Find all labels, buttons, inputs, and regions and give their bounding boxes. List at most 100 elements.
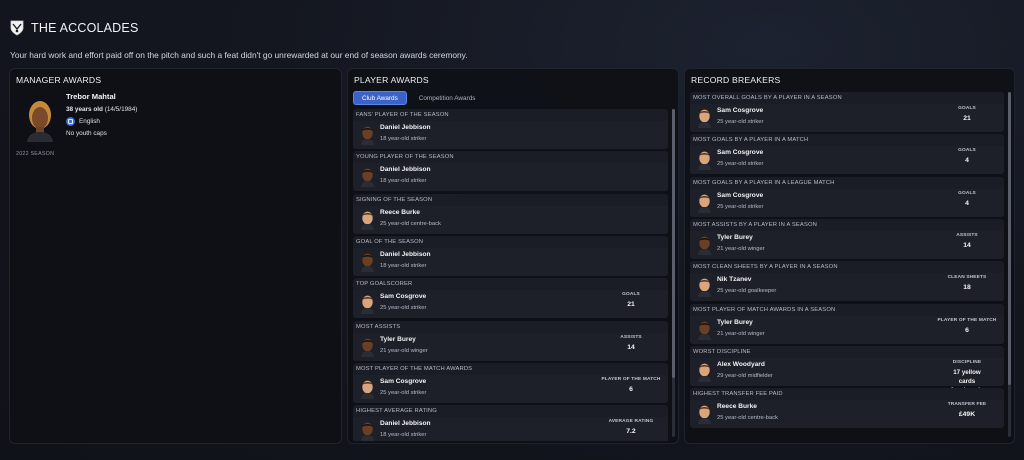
player-name[interactable]: Tyler Burey	[380, 336, 416, 343]
award-card[interactable]: MOST ASSISTS Tyler Burey 21 year-old winge…	[353, 320, 668, 361]
player-name[interactable]: Sam Cosgrove	[717, 149, 763, 156]
player-name[interactable]: Alex Woodyard	[717, 361, 765, 368]
player-name[interactable]: Tyler Burey	[717, 234, 753, 241]
award-label: GOAL OF THE SEASON	[356, 238, 424, 245]
award-body: Tyler Burey 21 year-old winger ASSISTS 14	[353, 332, 668, 361]
award-body: Sam Cosgrove 25 year-old striker GOALS 21	[690, 104, 1004, 132]
player-face	[361, 295, 374, 315]
award-body: Alex Woodyard 29 year-old midfielder DISCI…	[690, 357, 1004, 394]
player-name[interactable]: Daniel Jebbison	[380, 420, 431, 427]
award-card[interactable]: HIGHEST TRANSFER FEE PAID Reece Burke 25 y…	[690, 388, 1004, 429]
page-title: THE ACCOLADES	[31, 21, 139, 35]
player-name[interactable]: Daniel Jebbison	[380, 124, 431, 131]
record-breakers-scrollbar[interactable]	[1008, 92, 1011, 437]
award-card[interactable]: MOST CLEAN SHEETS BY A PLAYER IN A SEASO…	[690, 261, 1004, 302]
player-name[interactable]: Daniel Jebbison	[380, 251, 431, 258]
award-stat: PLAYER OF THE MATCH 6	[600, 377, 662, 393]
scroll-thumb[interactable]	[1008, 92, 1011, 386]
award-body: Daniel Jebbison 18 year-old striker	[353, 121, 668, 149]
player-name[interactable]: Sam Cosgrove	[717, 192, 763, 199]
stat-label: ASSISTS	[956, 232, 978, 238]
stat-label: AVERAGE RATING	[608, 419, 654, 425]
award-card[interactable]: YOUNG PLAYER OF THE SEASON Daniel Jebbiso…	[353, 151, 668, 192]
player-name[interactable]: Sam Cosgrove	[380, 378, 426, 385]
record-breakers-list: MOST OVERALL GOALS BY A PLAYER IN A SEAS…	[690, 92, 1004, 441]
award-card[interactable]: MOST PLAYER OF MATCH AWARDS IN A SEASON T…	[690, 303, 1004, 344]
player-description: 25 year-old striker	[717, 203, 764, 210]
award-card[interactable]: GOAL OF THE SEASON Daniel Jebbison 18 year…	[353, 235, 668, 276]
page-subtitle: Your hard work and effort paid off on th…	[10, 50, 468, 60]
award-body: Sam Cosgrove 25 year-old striker PLAYER OF…	[353, 374, 668, 403]
player-face	[698, 151, 711, 171]
club-crest-icon	[10, 20, 24, 36]
award-card[interactable]: SIGNING OF THE SEASON Reece Burke 25 year-…	[353, 193, 668, 234]
player-name[interactable]: Reece Burke	[717, 403, 757, 410]
award-stat: CLEAN SHEETS 18	[936, 275, 998, 291]
player-description: 25 year-old goalkeeper	[717, 288, 777, 295]
award-stat: GOALS 4	[936, 148, 998, 164]
award-body: Reece Burke 25 year-old centre-back	[353, 205, 668, 234]
stat-label: GOALS	[958, 148, 976, 154]
player-name[interactable]: Daniel Jebbison	[380, 166, 431, 173]
record-breakers-panel: RECORD BREAKERS MOST OVERALL GOALS BY A …	[684, 68, 1015, 444]
player-description: 18 year-old striker	[380, 262, 427, 269]
award-label: HIGHEST AVERAGE RATING	[356, 408, 437, 415]
stat-value: 6	[965, 326, 969, 334]
award-card[interactable]: MOST ASSISTS BY A PLAYER IN A SEASON Tyle…	[690, 218, 1004, 259]
award-body: Daniel Jebbison 18 year-old striker AVERAG…	[353, 417, 668, 441]
award-card[interactable]: MOST OVERALL GOALS BY A PLAYER IN A SEAS…	[690, 92, 1004, 132]
player-name[interactable]: Tyler Burey	[717, 319, 753, 326]
stat-label: GOALS	[958, 106, 976, 111]
player-name[interactable]: Reece Burke	[380, 209, 420, 216]
award-card[interactable]: FANS' PLAYER OF THE SEASON Daniel Jebbiso…	[353, 109, 668, 149]
stat-label: PLAYER OF THE MATCH	[601, 376, 661, 382]
manager-awards-panel: MANAGER AWARDS Trebor Mahtal 38 years ol…	[9, 68, 342, 444]
award-stat: GOALS 21	[936, 106, 998, 122]
award-label: FANS' PLAYER OF THE SEASON	[356, 112, 449, 118]
player-description: 18 year-old striker	[380, 178, 427, 185]
player-description: 25 year-old striker	[717, 119, 764, 125]
award-label: HIGHEST TRANSFER FEE PAID	[693, 391, 783, 398]
player-face	[698, 278, 711, 298]
award-label: MOST ASSISTS	[356, 323, 401, 330]
player-description: 21 year-old winger	[717, 245, 765, 252]
player-face	[361, 380, 374, 399]
award-card[interactable]: MOST GOALS BY A PLAYER IN A LEAGUE MATCH…	[690, 176, 1004, 217]
player-name[interactable]: Sam Cosgrove	[717, 107, 763, 114]
award-card[interactable]: HIGHEST AVERAGE RATING Daniel Jebbison 18 …	[353, 405, 668, 441]
player-name[interactable]: Sam Cosgrove	[380, 293, 426, 300]
award-body: Sam Cosgrove 25 year-old striker GOALS 21	[353, 290, 668, 319]
award-label: MOST GOALS BY A PLAYER IN A MATCH	[693, 137, 809, 144]
award-body: Tyler Burey 21 year-old winger PLAYER OF T…	[690, 315, 1004, 344]
stat-value: 18	[963, 284, 971, 292]
season-label: 2022 SEASON	[16, 151, 55, 157]
player-description: 25 year-old striker	[380, 305, 427, 312]
player-description: 25 year-old centre-back	[717, 415, 778, 422]
manager-name[interactable]: Trebor Mahtal	[66, 92, 116, 101]
player-name[interactable]: Nik Tzanev	[717, 276, 751, 283]
award-card[interactable]: MOST GOALS BY A PLAYER IN A MATCH Sam Cos…	[690, 134, 1004, 175]
player-face	[698, 109, 711, 128]
player-face	[361, 338, 374, 357]
tab-competition-awards[interactable]: Competition Awards	[411, 91, 484, 105]
player-awards-scrollbar[interactable]	[672, 109, 675, 437]
award-card[interactable]: MOST PLAYER OF THE MATCH AWARDS Sam Cosgr…	[353, 362, 668, 403]
award-body: Sam Cosgrove 25 year-old striker GOALS 4	[690, 188, 1004, 217]
player-description: 18 year-old striker	[380, 432, 427, 439]
player-face	[361, 422, 374, 441]
tab-club-awards[interactable]: Club Awards	[353, 91, 407, 105]
stat-value: 21	[627, 301, 635, 309]
stat-value: 6	[629, 385, 633, 393]
award-body: Sam Cosgrove 25 year-old striker GOALS 4	[690, 146, 1004, 175]
stat-label: TRANSFER FEE	[947, 402, 987, 408]
manager-photo	[27, 101, 53, 142]
player-description: 25 year-old striker	[717, 161, 764, 168]
award-card[interactable]: TOP GOALSCORER Sam Cosgrove 25 year-old st…	[353, 278, 668, 319]
award-card[interactable]: WORST DISCIPLINE Alex Woodyard 29 year-old…	[690, 345, 1004, 394]
award-label: MOST ASSISTS BY A PLAYER IN A SEASON	[693, 221, 817, 228]
player-face	[361, 126, 374, 145]
award-stat: TRANSFER FEE £49K	[936, 402, 998, 418]
stat-label: ASSISTS	[620, 334, 642, 340]
player-description: 18 year-old striker	[380, 136, 427, 142]
scroll-thumb[interactable]	[672, 109, 675, 378]
